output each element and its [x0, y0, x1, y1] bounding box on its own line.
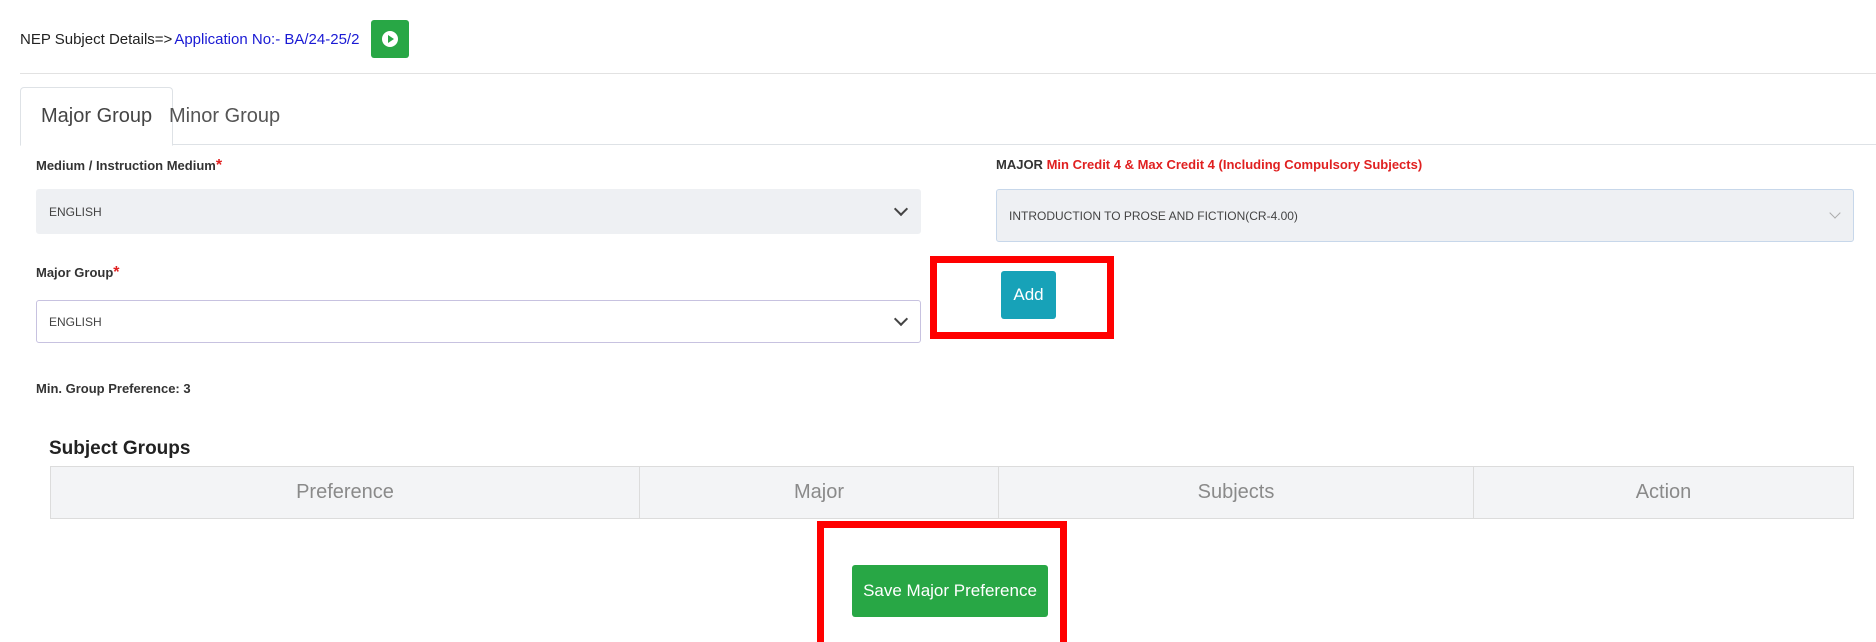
major-subject-select-value: INTRODUCTION TO PROSE AND FICTION(CR-4.0… — [1009, 208, 1298, 223]
required-mark: * — [215, 157, 223, 174]
major-group-select-value: ENGLISH — [49, 314, 102, 329]
chevron-down-icon — [893, 201, 909, 216]
major-subject-label: MAJOR Min Credit 4 & Max Credit 4 (Inclu… — [996, 157, 1422, 172]
chevron-down-icon — [1829, 206, 1841, 219]
subject-groups-title: Subject Groups — [49, 438, 191, 459]
column-header-preference: Preference — [50, 466, 640, 519]
medium-label-text: Medium / Instruction Medium — [36, 158, 216, 173]
save-major-preference-button[interactable]: Save Major Preference — [852, 565, 1048, 617]
min-group-preference: Min. Group Preference: 3 — [36, 381, 191, 396]
add-button[interactable]: Add — [1001, 271, 1056, 319]
play-circle-icon — [382, 31, 399, 47]
tab-minor-group[interactable]: Minor Group — [149, 87, 300, 146]
column-header-subjects: Subjects — [998, 466, 1474, 519]
medium-label: Medium / Instruction Medium* — [36, 157, 222, 175]
medium-select[interactable]: ENGLISH — [36, 189, 921, 234]
required-mark: * — [113, 264, 120, 281]
major-label-prefix: MAJOR — [996, 157, 1043, 172]
column-header-major: Major — [639, 466, 999, 519]
page-header: NEP Subject Details=> Application No:- B… — [20, 18, 410, 60]
application-number: Application No:- BA/24-25/2 — [174, 30, 360, 48]
major-subject-select[interactable]: INTRODUCTION TO PROSE AND FICTION(CR-4.0… — [996, 189, 1854, 242]
major-group-label-text: Major Group — [36, 265, 114, 280]
go-button[interactable] — [371, 20, 410, 58]
subject-groups-table: Preference Major Subjects Action — [50, 466, 1854, 519]
column-header-action: Action — [1473, 466, 1854, 519]
page-title: NEP Subject Details=> — [20, 30, 173, 48]
table-header-row: Preference Major Subjects Action — [50, 466, 1854, 519]
major-credit-note: Min Credit 4 & Max Credit 4 (Including C… — [1046, 157, 1423, 172]
major-group-label: Major Group* — [36, 264, 120, 282]
chevron-down-icon — [893, 311, 909, 326]
medium-select-value: ENGLISH — [49, 204, 102, 219]
divider — [20, 73, 1876, 74]
major-group-select[interactable]: ENGLISH — [36, 300, 921, 343]
tab-bar: Major Group Minor Group — [20, 87, 1876, 146]
